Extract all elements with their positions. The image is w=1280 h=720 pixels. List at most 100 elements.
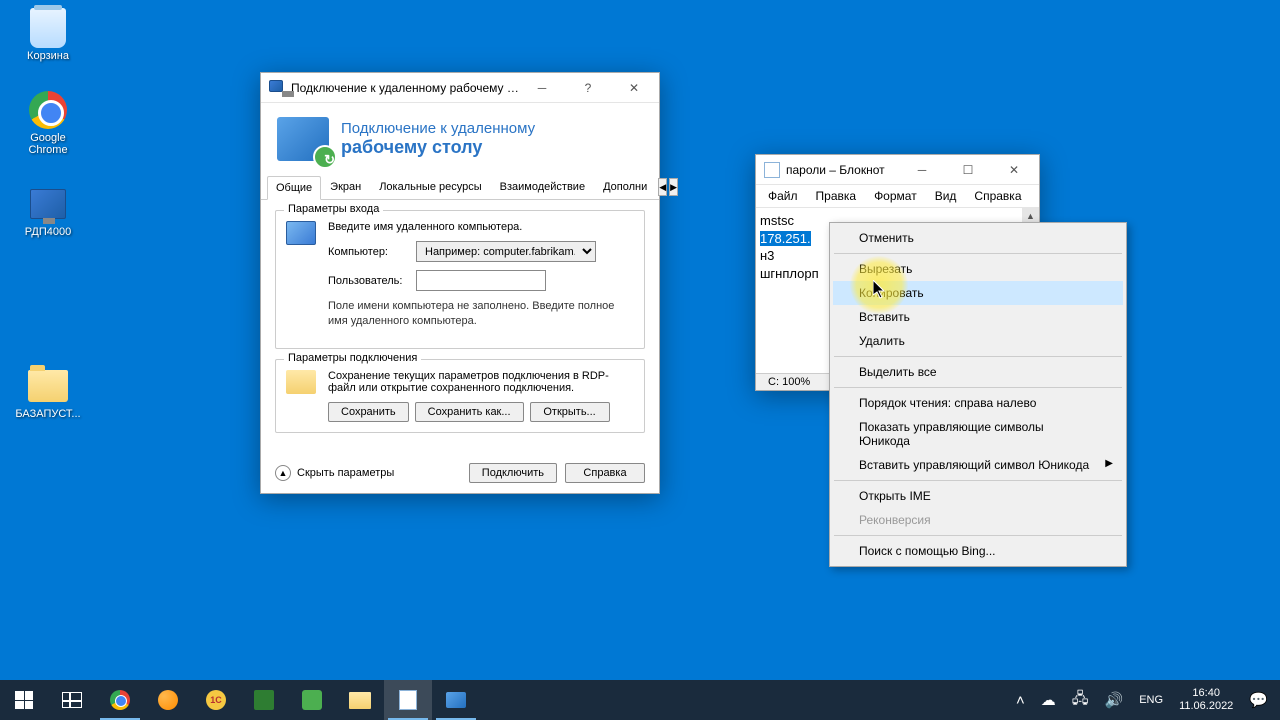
speaker-icon: 🔊: [1105, 691, 1124, 709]
tab-scroll-right[interactable]: ▶: [669, 178, 678, 196]
tab-bar: Общие Экран Локальные ресурсы Взаимодейс…: [261, 175, 659, 200]
tab-interaction[interactable]: Взаимодействие: [491, 175, 594, 199]
ctx-bing-search[interactable]: Поиск с помощью Bing...: [833, 539, 1123, 563]
help-button[interactable]: ?: [565, 73, 611, 103]
taskbar-rdp[interactable]: [432, 680, 480, 720]
icon-label: Google Chrome: [12, 132, 84, 156]
minimize-button[interactable]: ─: [899, 155, 945, 185]
save-as-button[interactable]: Сохранить как...: [415, 402, 524, 422]
rdp-header: Подключение к удаленному рабочему столу: [261, 103, 659, 175]
tray-volume[interactable]: 🔊: [1097, 680, 1132, 720]
tab-local-resources[interactable]: Локальные ресурсы: [370, 175, 490, 199]
tray-onedrive[interactable]: ☁: [1033, 680, 1064, 720]
menubar: Файл Правка Формат Вид Справка: [756, 185, 1039, 208]
header-line2: рабочему столу: [341, 137, 535, 158]
tray-overflow[interactable]: ˄: [1008, 680, 1033, 720]
computer-input[interactable]: Например: computer.fabrikam.com: [416, 241, 596, 262]
ctx-rtl-order[interactable]: Порядок чтения: справа налево: [833, 391, 1123, 415]
rdp-large-icon: [277, 117, 329, 161]
desktop[interactable]: Корзина Google Chrome РДП4000 БАЗАПУСТ..…: [0, 0, 1280, 680]
desktop-icon-folder[interactable]: БАЗАПУСТ...: [12, 366, 84, 420]
taskbar-chrome[interactable]: [96, 680, 144, 720]
taskbar[interactable]: 1C ˄ ☁ 🖧 🔊 ENG 16:40 11.06.2022 💬: [0, 680, 1280, 720]
open-button[interactable]: Открыть...: [530, 402, 610, 422]
taskbar-notepad[interactable]: [384, 680, 432, 720]
tab-additional[interactable]: Дополни: [594, 175, 656, 199]
windows-logo-icon: [15, 691, 33, 709]
separator: [834, 387, 1122, 388]
rdp-app-icon: [269, 80, 285, 96]
menu-edit[interactable]: Правка: [808, 187, 865, 205]
ctx-delete[interactable]: Удалить: [833, 329, 1123, 353]
tab-scroll-left[interactable]: ◀: [658, 178, 667, 196]
tab-screen[interactable]: Экран: [321, 175, 370, 199]
menu-help[interactable]: Справка: [966, 187, 1029, 205]
menu-file[interactable]: Файл: [760, 187, 806, 205]
login-note: Поле имени компьютера не заполнено. Введ…: [328, 299, 634, 330]
user-label: Пользователь:: [328, 275, 408, 287]
recycle-bin-icon: [28, 8, 68, 48]
help-button[interactable]: Справка: [565, 463, 645, 483]
tray-clock[interactable]: 16:40 11.06.2022: [1171, 680, 1241, 720]
chrome-icon: [28, 90, 68, 130]
ctx-cut[interactable]: Вырезать: [833, 257, 1123, 281]
close-button[interactable]: ✕: [611, 73, 657, 103]
header-line1: Подключение к удаленному: [341, 120, 535, 137]
taskbar-app-orange[interactable]: [144, 680, 192, 720]
task-view-button[interactable]: [48, 680, 96, 720]
taskbar-app-green1[interactable]: [240, 680, 288, 720]
minimize-button[interactable]: ─: [519, 73, 565, 103]
taskbar-1c[interactable]: 1C: [192, 680, 240, 720]
maximize-button[interactable]: ☐: [945, 155, 991, 185]
ctx-select-all[interactable]: Выделить все: [833, 360, 1123, 384]
icon-label: Корзина: [12, 50, 84, 62]
ctx-insert-unicode[interactable]: Вставить управляющий символ Юникода▶: [833, 453, 1123, 477]
menu-format[interactable]: Формат: [866, 187, 925, 205]
rdp-footer: ▲ Скрыть параметры Подключить Справка: [261, 453, 659, 493]
network-icon: 🖧: [1072, 688, 1089, 713]
green-app-icon: [302, 690, 322, 710]
ctx-paste[interactable]: Вставить: [833, 305, 1123, 329]
separator: [834, 253, 1122, 254]
start-button[interactable]: [0, 680, 48, 720]
ctx-undo[interactable]: Отменить: [833, 226, 1123, 250]
taskbar-app-green2[interactable]: [288, 680, 336, 720]
group-legend: Параметры входа: [284, 203, 383, 215]
rdp-connection-window[interactable]: Подключение к удаленному рабочему с... ─…: [260, 72, 660, 494]
login-parameters-group: Параметры входа Введите имя удаленного к…: [275, 210, 645, 349]
ctx-open-ime[interactable]: Открыть IME: [833, 484, 1123, 508]
taskview-icon: [62, 692, 82, 708]
titlebar[interactable]: Подключение к удаленному рабочему с... ─…: [261, 73, 659, 103]
hide-parameters-toggle[interactable]: ▲ Скрыть параметры: [275, 465, 461, 481]
hide-parameters-label: Скрыть параметры: [297, 467, 394, 479]
notepad-icon: [399, 690, 417, 710]
rdp-file-icon: [28, 184, 68, 224]
tray-network[interactable]: 🖧: [1064, 680, 1097, 720]
folder-icon: [349, 692, 371, 709]
taskbar-explorer[interactable]: [336, 680, 384, 720]
ctx-reconversion: Реконверсия: [833, 508, 1123, 532]
connection-parameters-group: Параметры подключения Сохранение текущих…: [275, 359, 645, 433]
save-button[interactable]: Сохранить: [328, 402, 409, 422]
orange-app-icon: [158, 690, 178, 710]
desktop-icon-rdp4000[interactable]: РДП4000: [12, 184, 84, 238]
chrome-icon: [110, 690, 130, 710]
context-menu[interactable]: Отменить Вырезать Копировать Вставить Уд…: [829, 222, 1127, 567]
titlebar[interactable]: пароли – Блокнот ─ ☐ ✕: [756, 155, 1039, 185]
tray-language[interactable]: ENG: [1131, 680, 1171, 720]
tray-notifications[interactable]: 💬: [1241, 680, 1276, 720]
desktop-icon-chrome[interactable]: Google Chrome: [12, 90, 84, 156]
user-input[interactable]: [416, 270, 546, 291]
desktop-icon-recycle-bin[interactable]: Корзина: [12, 8, 84, 62]
icon-label: БАЗАПУСТ...: [12, 408, 84, 420]
window-title: пароли – Блокнот: [786, 163, 899, 177]
close-button[interactable]: ✕: [991, 155, 1037, 185]
ctx-show-unicode[interactable]: Показать управляющие символы Юникода: [833, 415, 1123, 453]
tab-general[interactable]: Общие: [267, 176, 321, 200]
connect-button[interactable]: Подключить: [469, 463, 557, 483]
notification-icon: 💬: [1249, 691, 1268, 709]
folder-icon: [286, 370, 318, 398]
menu-view[interactable]: Вид: [927, 187, 965, 205]
status-col: С: 100%: [762, 376, 816, 388]
ctx-copy[interactable]: Копировать: [833, 281, 1123, 305]
